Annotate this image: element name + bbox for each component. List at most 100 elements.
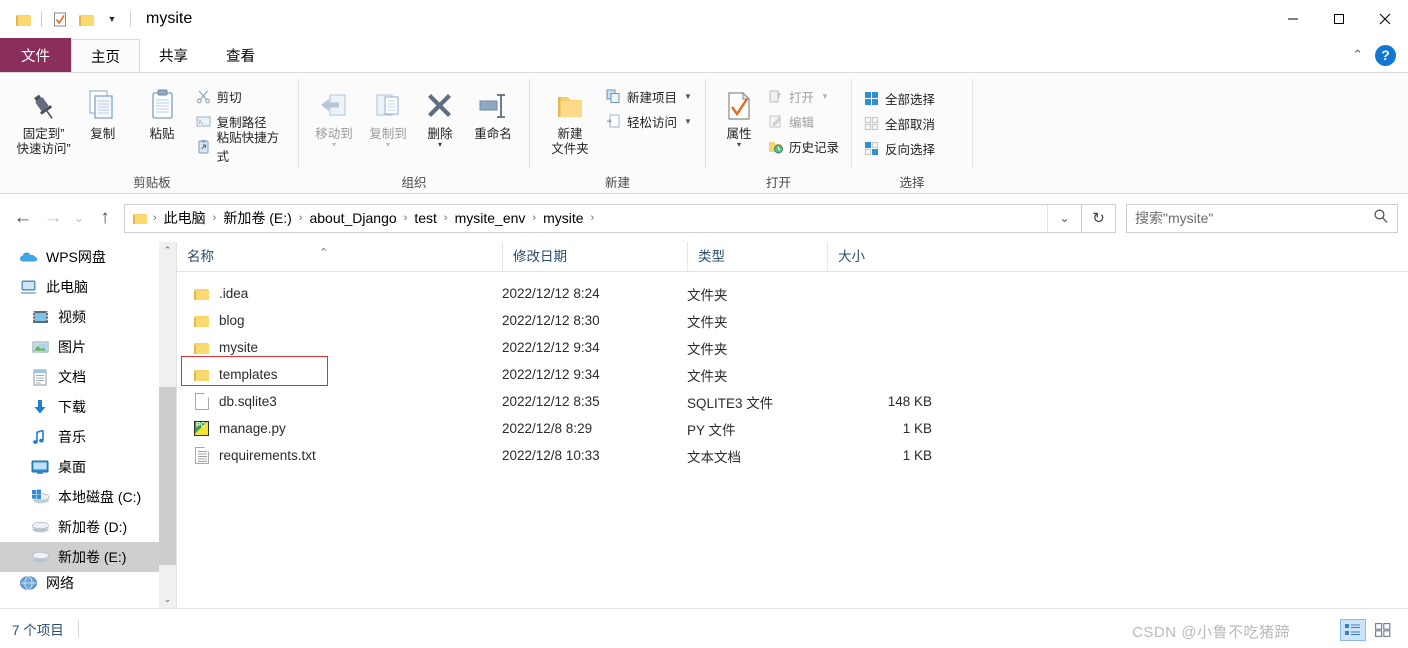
help-button[interactable]: ? [1375,44,1396,66]
copy-button[interactable]: 复制 [73,78,132,142]
table-row[interactable]: PC manage.py 2022/12/8 8:29 PY 文件 1 KB [177,415,1408,442]
table-row[interactable]: mysite 2022/12/12 9:34 文件夹 [177,334,1408,361]
file-name-cell[interactable]: blog [177,311,502,330]
column-header-name[interactable]: 名称 ⌃ [177,242,502,272]
select-all-button[interactable]: 全部选择 [860,87,938,109]
collapse-ribbon-icon[interactable]: ⌃ [1352,47,1363,63]
search-icon[interactable] [1373,208,1389,229]
breadcrumb-separator-5[interactable]: › [529,212,539,224]
table-row[interactable]: db.sqlite3 2022/12/12 8:35 SQLITE3 文件 14… [177,388,1408,415]
sidebar-label-wps-cloud: WPS网盘 [46,249,106,265]
column-header-type[interactable]: 类型 [687,241,827,272]
address-bar[interactable]: › 此电脑 › 新加卷 (E:) › about_Django › test ›… [124,203,1082,233]
file-name-cell[interactable]: db.sqlite3 [177,392,502,411]
edit-button[interactable]: 编辑 [764,110,842,132]
cut-button[interactable]: 剪切 [192,85,290,107]
sidebar-scroll-track[interactable] [159,259,176,591]
sidebar-item-network[interactable]: 网络 [0,572,176,594]
sidebar-item-this-pc[interactable]: 此电脑 [0,272,176,302]
tab-file[interactable]: 文件 [0,38,71,72]
history-button[interactable]: 历史记录 [764,135,842,157]
breadcrumb-separator-2[interactable]: › [296,212,306,224]
rename-button[interactable]: 重命名 [465,78,521,142]
details-view-button[interactable] [1340,619,1366,641]
breadcrumb-item-5[interactable]: mysite [539,210,587,226]
sidebar-item-downloads[interactable]: 下载 [0,392,176,422]
easy-access-caret-icon[interactable]: ▼ [684,117,692,126]
sidebar-scrollbar[interactable]: ⌃ ⌄ [159,242,176,608]
tab-home[interactable]: 主页 [71,39,140,72]
recent-locations-button[interactable]: ⌄ [68,203,90,233]
sidebar-item-volume-e[interactable]: 新加卷 (E:) [0,542,176,572]
tab-view[interactable]: 查看 [207,38,274,72]
sidebar-item-videos[interactable]: 视频 [0,302,176,332]
breadcrumb-separator-3[interactable]: › [401,212,411,224]
new-item-caret-icon[interactable]: ▼ [684,92,692,101]
move-to-button[interactable]: 移动到 ▾ [307,78,361,149]
large-icons-view-button[interactable] [1370,619,1396,641]
search-box[interactable]: 搜索"mysite" [1126,203,1398,233]
invert-selection-button[interactable]: 反向选择 [860,137,938,159]
delete-button[interactable]: 删除 ▾ [415,78,465,149]
sidebar-item-documents[interactable]: 文档 [0,362,176,392]
sidebar-scroll-down-button[interactable]: ⌄ [159,591,176,608]
file-name-cell[interactable]: .idea [177,284,502,303]
properties-caret-icon[interactable]: ▾ [737,141,741,149]
paste-button[interactable]: 粘贴 [132,78,191,142]
open-button[interactable]: 打开 ▼ [764,85,842,107]
sidebar-item-wps-cloud[interactable]: WPS网盘 [0,242,176,272]
breadcrumb-separator-1[interactable]: › [210,212,220,224]
new-folder-button[interactable]: 新建 文件夹 [538,78,602,157]
table-row[interactable]: templates 2022/12/12 9:34 文件夹 [177,356,1408,388]
up-button[interactable]: ↑ [90,203,120,233]
sidebar-scroll-thumb[interactable] [159,387,176,565]
qat-folder-icon[interactable] [10,4,36,34]
copy-to-button[interactable]: 复制到 ▾ [361,78,415,149]
breadcrumb-separator-4[interactable]: › [441,212,451,224]
file-name-cell[interactable]: PC manage.py [177,419,502,438]
table-row[interactable]: .idea 2022/12/12 8:24 文件夹 [177,280,1408,307]
qat-new-folder-icon[interactable] [73,4,99,34]
breadcrumb-item-2[interactable]: about_Django [305,210,400,226]
maximize-button[interactable] [1316,0,1362,38]
breadcrumb-item-0[interactable]: 此电脑 [160,208,210,228]
forward-button[interactable]: → [38,203,68,233]
tab-share[interactable]: 共享 [140,38,207,72]
pin-to-quick-access-button[interactable]: 固定到” 快速访问” [14,78,73,157]
column-header-date[interactable]: 修改日期 [502,241,687,272]
minimize-button[interactable] [1270,0,1316,38]
sidebar-item-desktop[interactable]: 桌面 [0,452,176,482]
sidebar-item-volume-d[interactable]: 新加卷 (D:) [0,512,176,542]
refresh-button[interactable]: ↻ [1082,203,1116,233]
delete-caret-icon[interactable]: ▾ [438,141,442,149]
breadcrumb-item-1[interactable]: 新加卷 (E:) [219,208,295,228]
sidebar-scroll-up-button[interactable]: ⌃ [159,242,176,259]
file-name-cell[interactable]: mysite [177,338,502,357]
sidebar-item-local-disk-c[interactable]: 本地磁盘 (C:) [0,482,176,512]
column-header-size[interactable]: 大小 [827,241,932,272]
address-dropdown-icon[interactable]: ⌄ [1047,204,1081,232]
new-item-button[interactable]: 新建项目 ▼ [602,85,695,107]
easy-access-button[interactable]: 轻松访问 ▼ [602,110,695,132]
paste-shortcut-button[interactable]: 粘贴快捷方式 [192,131,290,164]
back-button[interactable]: ← [8,203,38,233]
sidebar-item-music[interactable]: 音乐 [0,422,176,452]
file-name-cell[interactable]: requirements.txt [177,446,502,465]
qat-customize-dropdown-icon[interactable]: ▼ [99,4,125,34]
open-caret-icon[interactable]: ▼ [821,92,829,101]
select-none-button[interactable]: 全部取消 [860,112,938,134]
copy-to-caret-icon[interactable]: ▾ [386,141,390,149]
properties-button[interactable]: 属性 ▾ [714,78,764,149]
breadcrumb-separator-6[interactable]: › [588,212,598,224]
breadcrumb-item-3[interactable]: test [410,210,441,226]
search-input[interactable]: 搜索"mysite" [1135,208,1373,228]
sidebar-item-pictures[interactable]: 图片 [0,332,176,362]
table-row[interactable]: blog 2022/12/12 8:30 文件夹 [177,307,1408,334]
table-row[interactable]: requirements.txt 2022/12/8 10:33 文本文档 1 … [177,442,1408,469]
breadcrumb-item-4[interactable]: mysite_env [451,210,530,226]
videos-icon [30,307,50,327]
move-to-caret-icon[interactable]: ▾ [332,141,336,149]
ribbon-group-open: 属性 ▾ 打开 ▼ 编辑 历史记录 打开 [706,73,851,193]
qat-properties-check-icon[interactable] [47,4,73,34]
close-button[interactable] [1362,0,1408,38]
